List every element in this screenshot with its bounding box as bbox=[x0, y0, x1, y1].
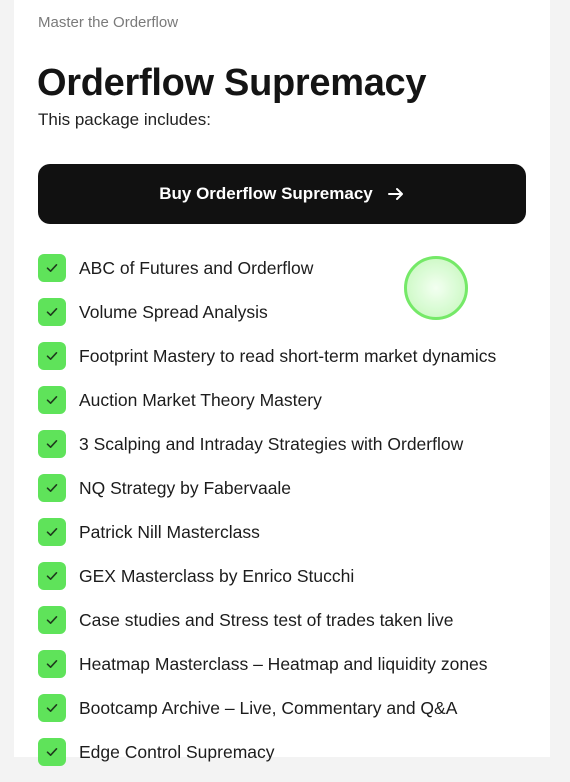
feature-label: Edge Control Supremacy bbox=[79, 742, 275, 762]
list-item: NQ Strategy by Fabervaale bbox=[38, 474, 496, 518]
list-item: 3 Scalping and Intraday Strategies with … bbox=[38, 430, 496, 474]
feature-label: Patrick Nill Masterclass bbox=[79, 522, 260, 542]
list-item: Footprint Mastery to read short-term mar… bbox=[38, 342, 496, 386]
feature-label: NQ Strategy by Fabervaale bbox=[79, 478, 292, 498]
checkmark-icon bbox=[38, 562, 66, 590]
checkmark-icon bbox=[38, 386, 66, 414]
checkmark-icon bbox=[38, 606, 66, 634]
list-item: Case studies and Stress test of trades t… bbox=[38, 606, 496, 650]
feature-label: Footprint Mastery to read short-term mar… bbox=[79, 346, 497, 366]
buy-button-label: Buy Orderflow Supremacy bbox=[159, 184, 373, 203]
feature-label: Volume Spread Analysis bbox=[79, 302, 268, 322]
checkmark-icon bbox=[38, 298, 66, 326]
feature-label: ABC of Futures and Orderflow bbox=[79, 258, 314, 278]
feature-label: GEX Masterclass by Enrico Stucchi bbox=[79, 566, 355, 586]
feature-label: 3 Scalping and Intraday Strategies with … bbox=[79, 434, 464, 454]
list-item: Auction Market Theory Mastery bbox=[38, 386, 496, 430]
list-item: Patrick Nill Masterclass bbox=[38, 518, 496, 562]
checkmark-icon bbox=[38, 254, 66, 282]
list-item: GEX Masterclass by Enrico Stucchi bbox=[38, 562, 496, 606]
checkmark-icon bbox=[38, 738, 66, 766]
checkmark-icon bbox=[38, 474, 66, 502]
package-subtitle: This package includes: bbox=[38, 110, 211, 129]
list-item: Edge Control Supremacy bbox=[38, 738, 496, 782]
feature-list: ABC of Futures and Orderflow Volume Spre… bbox=[38, 254, 496, 782]
feature-label: Heatmap Masterclass – Heatmap and liquid… bbox=[79, 654, 488, 674]
list-item: Heatmap Masterclass – Heatmap and liquid… bbox=[38, 650, 496, 694]
checkmark-icon bbox=[38, 342, 66, 370]
checkmark-icon bbox=[38, 694, 66, 722]
package-card: Master the Orderflow Orderflow Supremacy… bbox=[14, 0, 550, 766]
touch-indicator bbox=[404, 256, 468, 320]
page-title: Orderflow Supremacy bbox=[37, 62, 427, 104]
checkmark-icon bbox=[38, 430, 66, 458]
arrow-right-icon bbox=[387, 188, 403, 200]
feature-label: Bootcamp Archive – Live, Commentary and … bbox=[79, 698, 458, 718]
feature-label: Auction Market Theory Mastery bbox=[79, 390, 322, 410]
feature-label: Case studies and Stress test of trades t… bbox=[79, 610, 454, 630]
eyebrow-text: Master the Orderflow bbox=[38, 14, 179, 31]
list-item: Bootcamp Archive – Live, Commentary and … bbox=[38, 694, 496, 738]
checkmark-icon bbox=[38, 650, 66, 678]
buy-button[interactable]: Buy Orderflow Supremacy bbox=[38, 164, 526, 224]
checkmark-icon bbox=[38, 518, 66, 546]
